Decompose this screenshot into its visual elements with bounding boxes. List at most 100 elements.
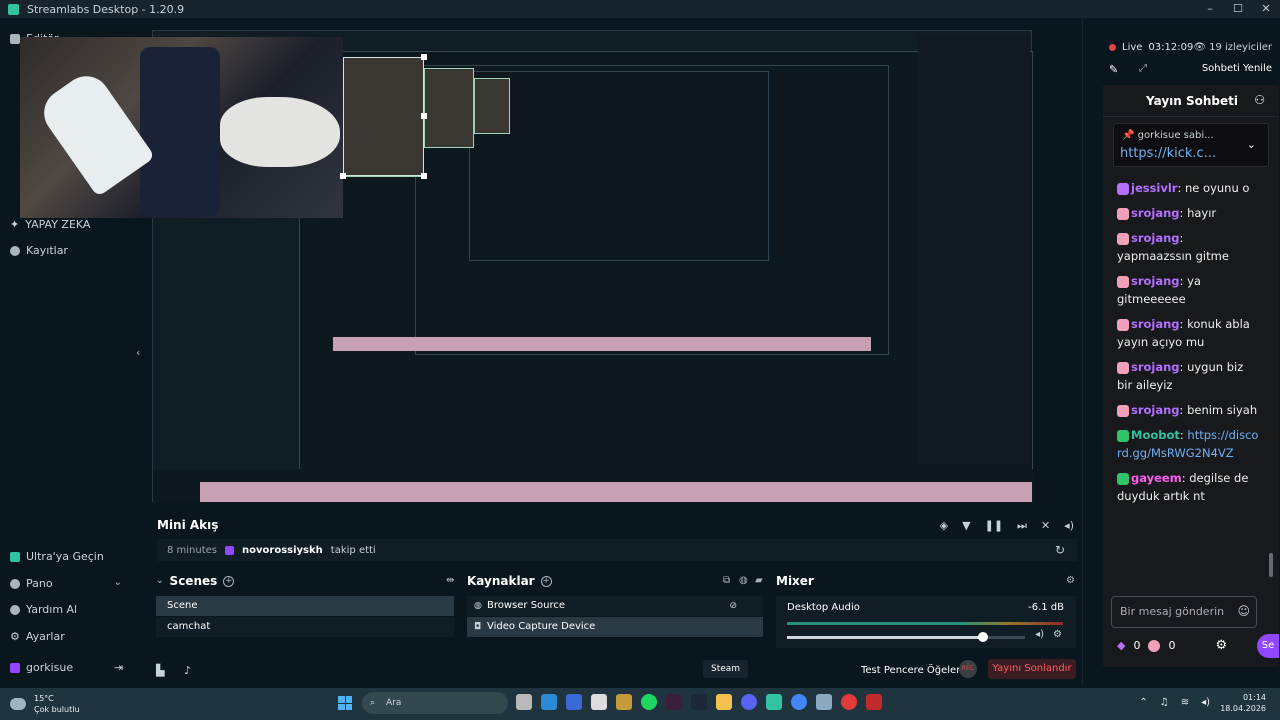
webcam-source[interactable] bbox=[20, 37, 343, 218]
source-item[interactable]: ◘ Video Capture Device bbox=[467, 617, 763, 637]
gear-icon[interactable]: ⚙ bbox=[1215, 638, 1227, 653]
logout-icon[interactable]: ⇥ bbox=[114, 661, 123, 674]
resize-handle[interactable] bbox=[421, 173, 427, 179]
add-source-button[interactable]: + bbox=[540, 575, 552, 587]
test-widgets-label[interactable]: Test Pencere Öğeleri bbox=[861, 665, 963, 676]
chatgpt-icon[interactable] bbox=[591, 694, 607, 710]
emoji-icon[interactable]: ☺ bbox=[1237, 604, 1250, 618]
resize-handle[interactable] bbox=[421, 54, 427, 60]
nav-item-help[interactable]: Yardım Al bbox=[10, 603, 77, 616]
league-icon[interactable] bbox=[616, 694, 632, 710]
chat-user[interactable]: srojang bbox=[1131, 274, 1180, 288]
scene-item[interactable]: camchat bbox=[156, 617, 454, 637]
hide-icon[interactable]: ◍ bbox=[739, 575, 748, 586]
folder-icon[interactable] bbox=[716, 694, 732, 710]
windows-taskbar: 15°C Çok bulutlu ⌕ Ara ⌃ ♫ ≋ ◂) 01:14 18… bbox=[0, 688, 1280, 720]
volume-slider-knob[interactable] bbox=[978, 632, 988, 642]
nav-item-dashboard[interactable]: Pano bbox=[10, 577, 53, 590]
visibility-off-icon[interactable]: ⊘ bbox=[729, 596, 737, 616]
nav-item-ultra[interactable]: Ultra'ya Geçin bbox=[10, 550, 104, 563]
resize-handle[interactable] bbox=[421, 113, 427, 119]
app-icon[interactable] bbox=[566, 694, 582, 710]
volume-icon[interactable]: ◂) bbox=[1064, 519, 1074, 533]
chevron-down-icon[interactable]: ⌄ bbox=[1247, 138, 1256, 151]
chat-scrollbar[interactable] bbox=[1269, 553, 1273, 577]
stats-icon[interactable]: ▙ bbox=[156, 664, 164, 677]
app-icon-3[interactable] bbox=[816, 694, 832, 710]
nav-item-ai[interactable]: ✦ YAPAY ZEKA bbox=[10, 218, 90, 231]
chat-user[interactable]: srojang bbox=[1131, 403, 1180, 417]
send-chat-button[interactable]: Se bbox=[1257, 634, 1279, 658]
gear-icon[interactable]: ⚙ bbox=[1066, 575, 1075, 586]
popout-icon[interactable]: ⤢ bbox=[1139, 63, 1147, 74]
volume-slider[interactable] bbox=[787, 636, 985, 639]
refresh-chat-button[interactable]: Sohbeti Yenile bbox=[1202, 63, 1272, 74]
pinned-user: 📌 gorkisue sabi... bbox=[1122, 130, 1214, 141]
chrome-icon[interactable] bbox=[791, 694, 807, 710]
chat-user[interactable]: gayeem bbox=[1131, 471, 1182, 485]
discord-icon[interactable] bbox=[741, 694, 757, 710]
users-icon[interactable]: ⚇ bbox=[1254, 93, 1265, 107]
app-icon-4[interactable] bbox=[841, 694, 857, 710]
clock[interactable]: 01:14 18.04.2026 bbox=[1220, 692, 1266, 714]
selection-box[interactable] bbox=[343, 57, 424, 176]
chat-input[interactable]: Bir mesaj gönderin ☺ bbox=[1111, 596, 1257, 628]
points-icon[interactable] bbox=[1148, 639, 1161, 652]
filter-icon[interactable]: ▼ bbox=[962, 519, 970, 533]
streamlabs-icon[interactable] bbox=[766, 694, 782, 710]
close-icon[interactable]: ✕ bbox=[1252, 0, 1280, 18]
pinned-message[interactable]: 📌 gorkisue sabi... https://kick.c... ⌄ bbox=[1113, 123, 1269, 167]
chat-user[interactable]: srojang bbox=[1131, 317, 1180, 331]
chat-user[interactable]: Moobot bbox=[1131, 428, 1180, 442]
spotify-icon[interactable] bbox=[641, 694, 657, 710]
replay-icon[interactable]: ↻ bbox=[1055, 543, 1065, 557]
studio-mode-button[interactable]: Steam bbox=[703, 660, 749, 678]
add-scene-button[interactable]: + bbox=[223, 575, 235, 587]
windows-start-icon[interactable] bbox=[338, 696, 352, 710]
chevron-down-icon[interactable]: ⌄ bbox=[156, 576, 164, 586]
task-view-icon[interactable] bbox=[516, 694, 532, 710]
collapse-left-icon[interactable]: ‹ bbox=[136, 346, 140, 359]
speaker-icon[interactable]: ◂) bbox=[1035, 629, 1044, 640]
scene-transition-icon[interactable]: ⇹ bbox=[446, 575, 454, 586]
chat-user[interactable]: jessivlr bbox=[1131, 181, 1177, 195]
nav-item-recordings[interactable]: Kayıtlar bbox=[10, 244, 68, 257]
chevron-up-icon[interactable]: ⌃ bbox=[1139, 697, 1147, 708]
pause-icon[interactable]: ❚❚ bbox=[985, 519, 1003, 533]
volume-icon[interactable]: ◂) bbox=[1201, 697, 1210, 708]
maximize-icon[interactable]: ☐ bbox=[1224, 0, 1252, 18]
end-stream-button[interactable]: Yayını Sonlandır bbox=[988, 659, 1076, 679]
taskbar-search[interactable]: ⌕ Ara bbox=[362, 692, 508, 714]
edge-icon[interactable] bbox=[541, 694, 557, 710]
bell-icon[interactable]: ♪ bbox=[184, 664, 191, 677]
gear-icon: ⚙ bbox=[10, 630, 20, 643]
scene-item[interactable]: Scene bbox=[156, 596, 454, 616]
shield-icon[interactable]: ◈ bbox=[940, 519, 948, 533]
gear-icon[interactable]: ⚙ bbox=[1053, 629, 1062, 640]
steam-icon[interactable] bbox=[691, 694, 707, 710]
pencil-icon[interactable]: ✎ bbox=[1109, 63, 1118, 76]
nav-item-settings[interactable]: ⚙ Ayarlar bbox=[10, 630, 65, 643]
mute-alerts-icon[interactable]: ✕ bbox=[1041, 519, 1050, 533]
chat-user[interactable]: srojang bbox=[1131, 231, 1180, 245]
chat-message: Moobot: https://discord.gg/MsRWG2N4VZ bbox=[1117, 428, 1259, 460]
resize-handle[interactable] bbox=[340, 173, 346, 179]
bits-icon[interactable]: ◆ bbox=[1117, 639, 1125, 652]
scenes-title: Scenes bbox=[169, 574, 218, 588]
record-button[interactable]: REC bbox=[959, 660, 977, 678]
weather-widget[interactable]: 15°C Çok bulutlu bbox=[10, 693, 80, 715]
mic-icon[interactable]: ♫ bbox=[1160, 697, 1169, 708]
wifi-icon[interactable]: ≋ bbox=[1181, 697, 1189, 708]
folder-icon[interactable]: ▰ bbox=[755, 575, 763, 586]
chat-user[interactable]: srojang bbox=[1131, 206, 1180, 220]
app-icon-2[interactable] bbox=[666, 694, 682, 710]
source-item[interactable]: ◍ Browser Source ⊘ bbox=[467, 596, 763, 616]
skip-icon[interactable]: ⏭ bbox=[1017, 519, 1027, 533]
app-icon-5[interactable] bbox=[866, 694, 882, 710]
pinned-link[interactable]: https://kick.c... bbox=[1120, 146, 1216, 161]
chevron-down-icon[interactable]: ⌄ bbox=[114, 577, 122, 588]
minimize-icon[interactable]: – bbox=[1196, 0, 1224, 18]
chat-user[interactable]: srojang bbox=[1131, 360, 1180, 374]
nav-item-account[interactable]: gorkisue bbox=[10, 661, 73, 674]
group-icon[interactable]: ⧉ bbox=[723, 575, 730, 586]
